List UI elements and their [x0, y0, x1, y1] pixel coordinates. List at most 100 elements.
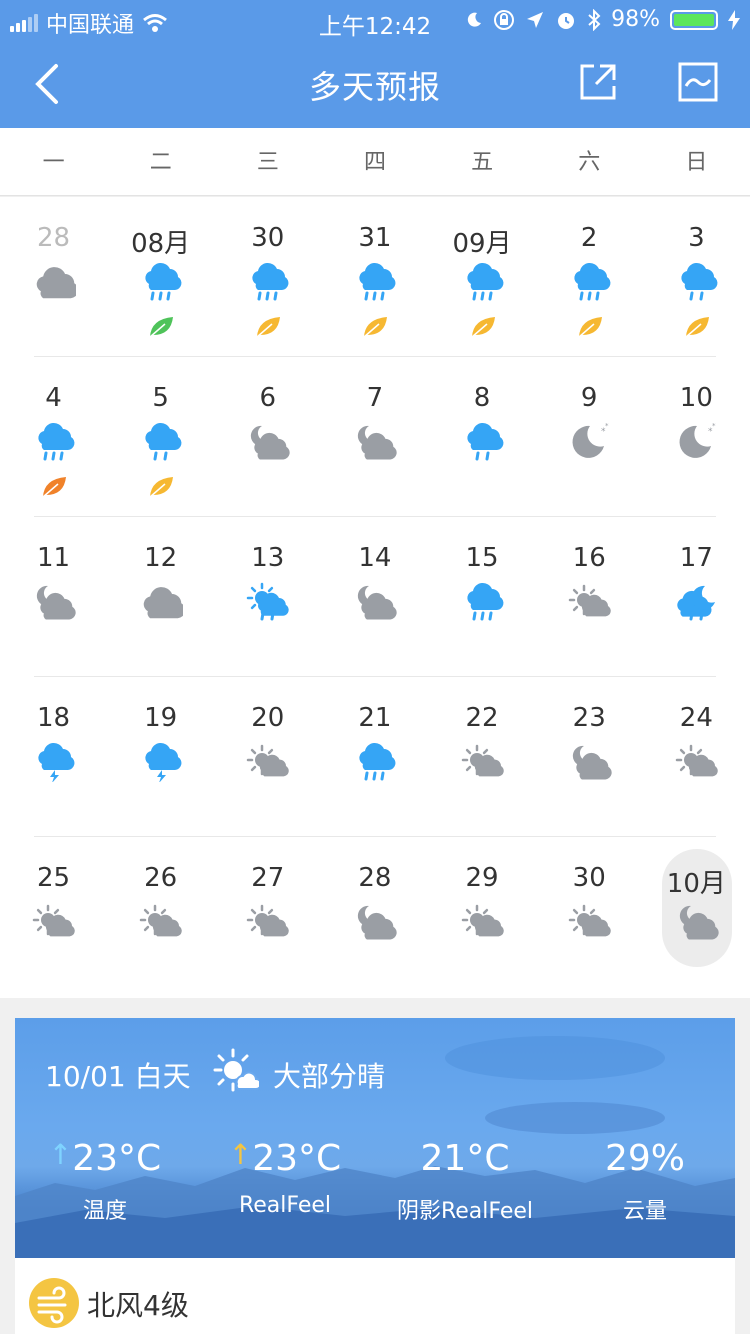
day-label: 25 — [36, 863, 71, 893]
day-label: 18 — [36, 703, 71, 733]
calendar-day[interactable]: 30 — [536, 837, 643, 997]
calendar-day[interactable]: 8 — [429, 357, 536, 517]
day-detail-card: 10/01 白天 大部分晴 ↑23°C 温度 ↑23°C RealFeel 21… — [15, 1018, 735, 1258]
battery-icon — [670, 9, 718, 30]
yellow-leaf-icon — [683, 315, 711, 339]
calendar-week-row: 11 12 13 14 15 16 17 — [0, 517, 750, 677]
calendar-day[interactable]: 29 — [429, 837, 536, 997]
battery-percent: 98% — [611, 7, 660, 32]
moon-cloud-icon — [32, 582, 76, 622]
orange-leaf-icon — [40, 475, 68, 499]
calendar-day[interactable]: 2 — [536, 197, 643, 357]
calendar-day[interactable]: 13 — [214, 517, 321, 677]
calendar-day[interactable]: 10 * * — [643, 357, 750, 517]
calendar-day[interactable]: 3 — [643, 197, 750, 357]
yellow-leaf-icon — [469, 315, 497, 339]
day-label: 23 — [572, 703, 606, 733]
calendar-day[interactable]: 30 — [214, 197, 321, 357]
calendar-day[interactable]: 26 — [107, 837, 214, 997]
up-arrow-icon: ↑ — [228, 1138, 253, 1171]
day-label: 31 — [358, 223, 392, 253]
calendar-day[interactable]: 17 — [643, 517, 750, 677]
calendar-day[interactable]: 7 — [321, 357, 428, 517]
sun-cloud-icon — [246, 742, 290, 782]
day-label: 26 — [144, 863, 178, 893]
metric-value: 21°C — [420, 1138, 510, 1179]
rain-icon — [461, 262, 505, 302]
calendar-day[interactable]: 4 — [0, 357, 107, 517]
calendar-day[interactable]: 08月 — [107, 197, 214, 357]
calendar-day[interactable]: 31 — [321, 197, 428, 357]
calendar-day[interactable]: 14 — [321, 517, 428, 677]
svg-text:*: * — [605, 422, 609, 430]
calendar-day[interactable]: 6 — [214, 357, 321, 517]
calendar-day[interactable]: 28 — [321, 837, 428, 997]
sun-cloud-icon — [568, 582, 612, 622]
up-arrow-icon: ↑ — [48, 1138, 73, 1171]
yellow-leaf-icon — [361, 315, 389, 339]
detail-date: 10/01 白天 — [45, 1060, 191, 1093]
metric-label: 阴影RealFeel — [396, 1199, 534, 1224]
charging-icon — [728, 9, 740, 30]
sun-cloud-icon — [568, 902, 612, 942]
weekday-wed: 三 — [256, 150, 279, 175]
wind-icon — [29, 1278, 79, 1328]
calendar-day[interactable]: 20 — [214, 677, 321, 837]
sun-rain-icon — [246, 582, 290, 622]
trend-chart-icon[interactable] — [678, 62, 718, 102]
calendar-day[interactable]: 15 — [429, 517, 536, 677]
sun-cloud-icon — [32, 902, 76, 942]
detail-condition: 大部分晴 — [273, 1060, 386, 1093]
calendar-day[interactable]: 27 — [214, 837, 321, 997]
calendar-day[interactable]: 5 — [107, 357, 214, 517]
day-label: 19 — [144, 703, 178, 733]
day-label: 21 — [358, 703, 392, 733]
calendar-week-row: 4 5 6 7 8 9 * * 10 * * — [0, 357, 750, 517]
day-label: 4 — [45, 383, 62, 413]
calendar-day[interactable]: 21 — [321, 677, 428, 837]
calendar-day[interactable]: 24 — [643, 677, 750, 837]
moon-icon: * * — [675, 422, 719, 462]
day-label: 29 — [465, 863, 499, 893]
sun-cloud-icon — [675, 742, 719, 782]
calendar-week-row: 18 19 20 21 22 23 24 — [0, 677, 750, 837]
alarm-icon — [558, 12, 575, 29]
day-label: 20 — [251, 703, 285, 733]
day-label: 8 — [473, 383, 491, 413]
moon-icon — [467, 12, 482, 27]
calendar-day[interactable]: 18 — [0, 677, 107, 837]
rain-icon — [461, 582, 505, 622]
calendar-day[interactable]: 12 — [107, 517, 214, 677]
weekday-header: 一 二 三 四 五 六 日 — [0, 128, 750, 196]
day-label: 11 — [36, 543, 71, 573]
sun-cloud-icon — [461, 902, 505, 942]
day-label: 28 — [36, 223, 71, 253]
calendar-day[interactable]: 28 — [0, 197, 107, 357]
day-label: 22 — [465, 703, 499, 733]
cloud-icon — [32, 262, 79, 302]
wind-row: 北风4级 — [15, 1258, 735, 1334]
status-bar: 中国联通 上午12:42 98% — [0, 0, 750, 40]
metric-label: 云量 — [622, 1199, 667, 1224]
calendar-day[interactable]: 11 — [0, 517, 107, 677]
day-label: 10 — [679, 383, 713, 413]
moon-cloud-icon — [568, 742, 612, 782]
calendar-day[interactable]: 25 — [0, 837, 107, 997]
weekday-sun: 日 — [685, 150, 708, 175]
day-label: 13 — [251, 543, 285, 573]
green-leaf-icon — [147, 315, 175, 339]
calendar-day[interactable]: 22 — [429, 677, 536, 837]
calendar-day[interactable]: 9 * * — [536, 357, 643, 517]
day-label: 08月 — [131, 229, 191, 259]
metric-temperature: ↑23°C 温度 — [15, 1138, 195, 1225]
sun-cloud-icon — [461, 742, 505, 782]
thunder-icon — [32, 742, 76, 783]
calendar-day-selected[interactable]: 10月 — [643, 837, 750, 997]
forecast-calendar: 28 08月 30 31 09月 2 3 4 5 6 7 8 9 * * 10 * * 11 12 13 14 15 16 17… — [0, 197, 750, 998]
share-icon[interactable] — [578, 62, 618, 102]
calendar-day[interactable]: 23 — [536, 677, 643, 837]
moon-cloud-icon — [675, 902, 719, 942]
calendar-day[interactable]: 19 — [107, 677, 214, 837]
calendar-day[interactable]: 09月 — [429, 197, 536, 357]
calendar-day[interactable]: 16 — [536, 517, 643, 677]
